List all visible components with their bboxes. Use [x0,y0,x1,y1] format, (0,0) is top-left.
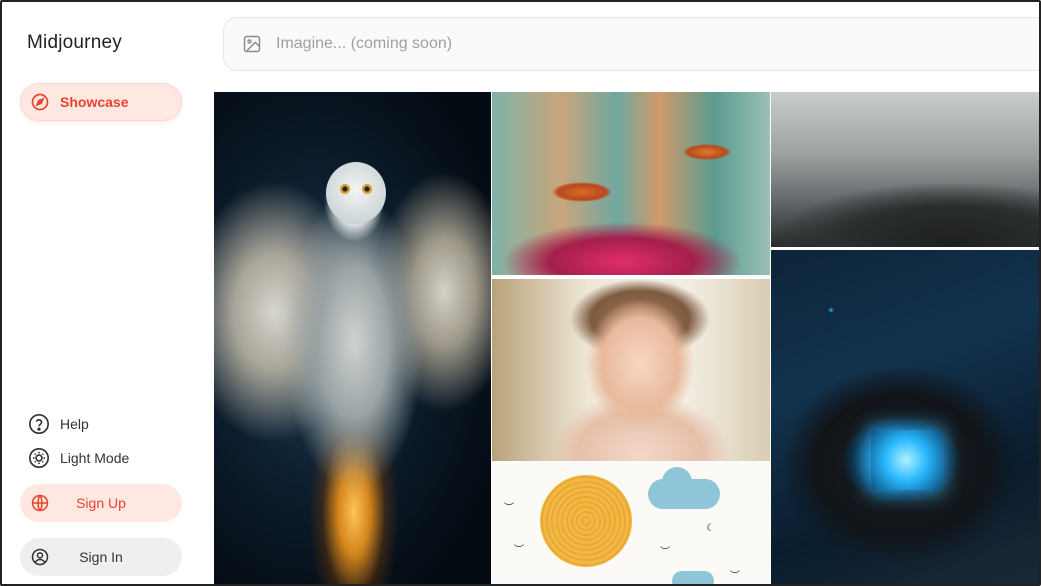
gallery-image-sun-illustration[interactable]: ︶ ︶ ︶ ☾ ︶ [492,463,770,584]
sign-in-button[interactable]: Sign In [20,538,182,576]
owl-head [326,162,386,224]
prompt-bar[interactable] [223,17,1039,71]
cloud-shape [648,467,720,509]
prompt-input[interactable] [276,35,776,53]
gallery-image-owl[interactable] [214,92,491,584]
gallery-image-hooded-figures[interactable] [771,92,1039,247]
compass-icon [31,93,49,111]
image-icon [243,35,261,53]
app-window: Midjourney Showcase Help Light Mode Sign… [0,0,1041,586]
bird-shape: ︶ [660,547,670,558]
sidebar: Midjourney Showcase Help Light Mode Sign… [2,2,207,584]
sun-icon [29,448,49,468]
sidebar-item-help[interactable]: Help [28,410,178,438]
app-logo[interactable]: Midjourney [27,32,122,54]
bird-shape: ︶ [730,571,740,582]
owl-eye [340,184,350,194]
owl-eye [362,184,372,194]
sidebar-item-label: Light Mode [60,450,130,466]
bird-shape: ︶ [514,545,524,556]
sign-up-button[interactable]: Sign Up [20,484,182,522]
sidebar-item-label: Showcase [60,94,129,110]
sidebar-item-label: Help [60,416,89,432]
cloud-shape [672,571,714,584]
bird-shape: ︶ [504,503,514,514]
globe-icon [31,494,49,512]
gallery-image-toddler[interactable] [492,279,770,461]
sidebar-item-showcase[interactable]: Showcase [20,83,182,121]
help-icon [29,414,49,434]
gallery-image-mushrooms[interactable] [492,92,770,275]
sidebar-item-light-mode[interactable]: Light Mode [28,444,178,472]
sun-shape [540,475,632,567]
gallery-image-circuit-chip[interactable] [771,250,1039,584]
chip-core [871,430,941,490]
user-circle-icon [31,548,49,566]
bird-shape: ☾ [706,523,715,534]
